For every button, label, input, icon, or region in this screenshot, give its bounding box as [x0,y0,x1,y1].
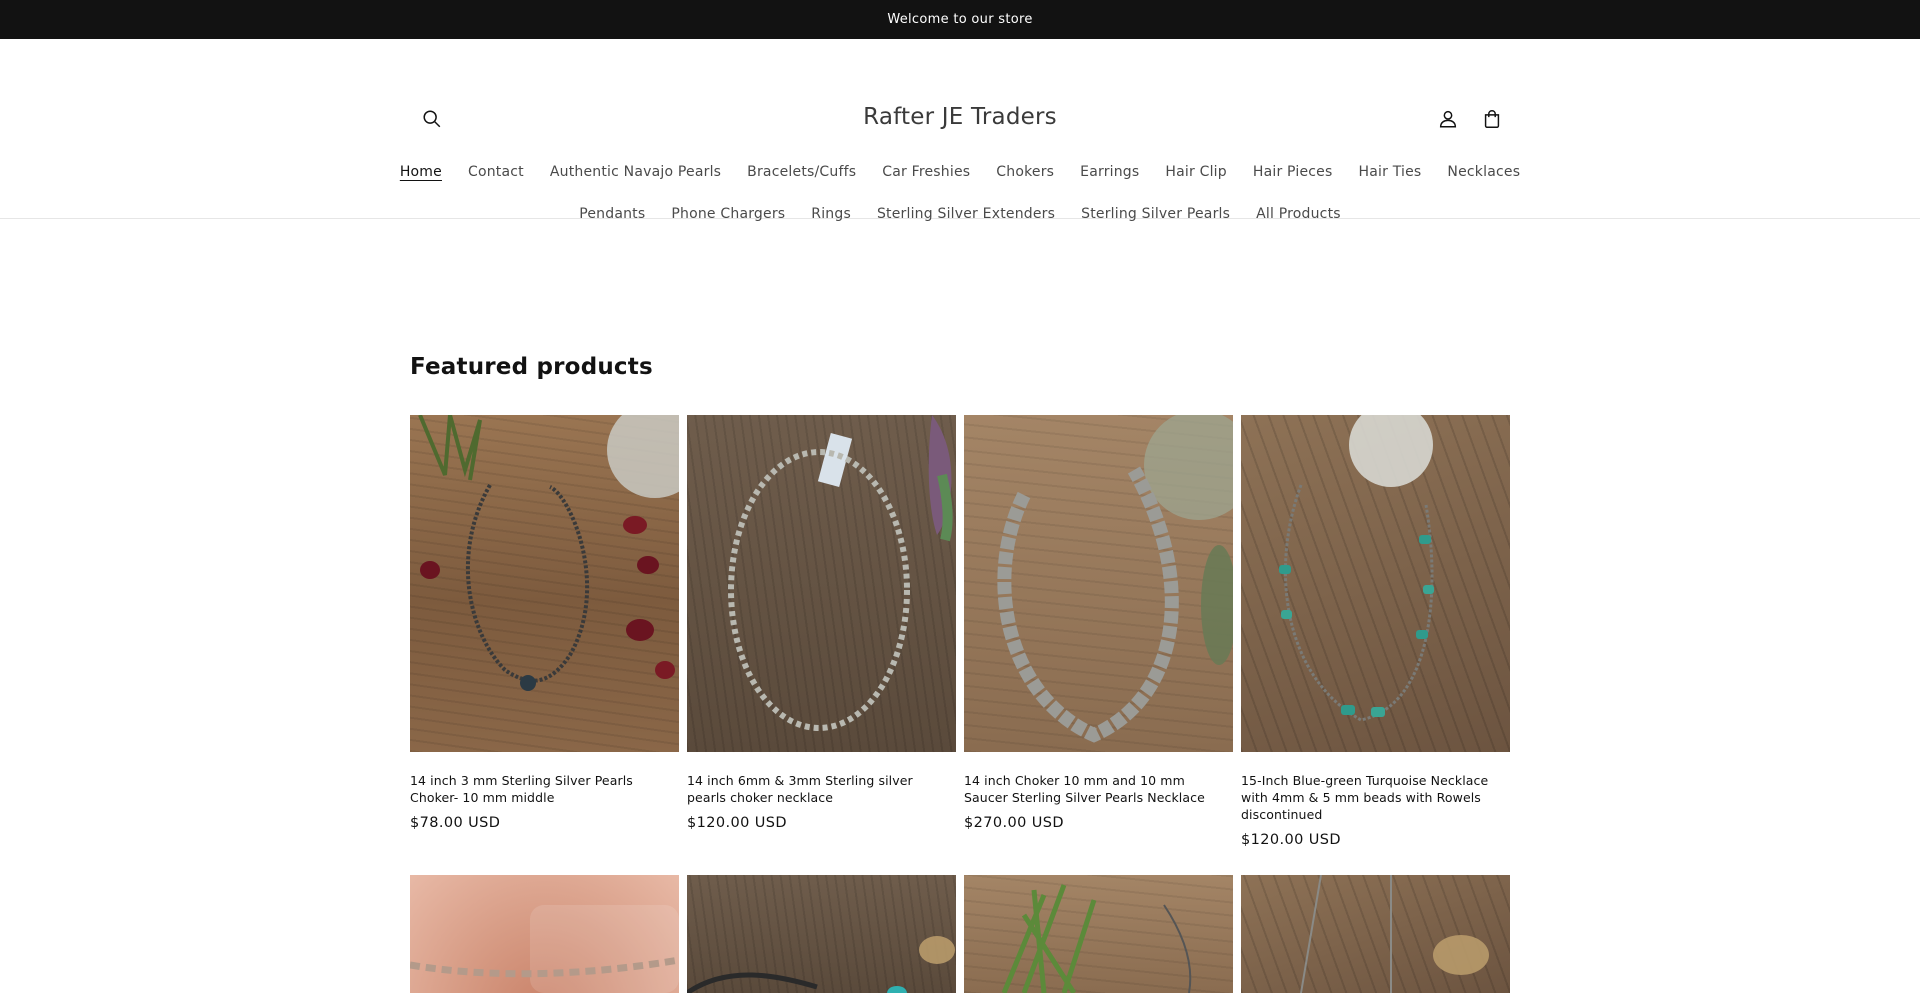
product-image[interactable] [687,415,956,752]
site-logo[interactable]: Rafter JE Traders [0,104,1920,130]
nav-item-hair-pieces[interactable]: Hair Pieces [1242,164,1344,180]
nav-item-earrings[interactable]: Earrings [1069,164,1150,180]
nav-item-sterling-silver-extenders[interactable]: Sterling Silver Extenders [866,206,1066,222]
announcement-bar: Welcome to our store [0,0,1920,39]
product-image[interactable] [1241,875,1510,993]
nav-item-hair-ties[interactable]: Hair Ties [1348,164,1433,180]
product-image[interactable] [964,415,1233,752]
nav-item-sterling-silver-pearls[interactable]: Sterling Silver Pearls [1070,206,1241,222]
necklace-photo [410,905,679,993]
necklace-photo [1300,875,1489,993]
account-button[interactable] [1426,97,1470,141]
announcement-text: Welcome to our store [887,12,1033,27]
header-top: Rafter JE Traders [0,78,1920,162]
product-card[interactable]: 15-Inch Blue-green Turquoise Necklace wi… [1241,415,1510,848]
product-image[interactable] [687,875,956,993]
necklace-photo [418,415,679,691]
nav-item-contact[interactable]: Contact [457,164,535,180]
product-title[interactable]: 14 inch 6mm & 3mm Sterling silver pearls… [687,772,956,806]
cart-icon [1484,110,1500,128]
product-card[interactable]: 14 inch 3 mm Sterling Silver Pearls Chok… [410,415,679,848]
nav-item-all-products[interactable]: All Products [1245,206,1352,222]
nav-item-car-freshies[interactable]: Car Freshies [871,164,981,180]
nav-item-necklaces[interactable]: Necklaces [1436,164,1531,180]
product-card[interactable]: 14 inch Choker 10 mm and 10 mm Saucer St… [964,415,1233,848]
featured-products-grid-row-2 [410,875,1511,993]
necklace-photo [1001,884,1192,993]
nav-item-phone-chargers[interactable]: Phone Chargers [660,206,796,222]
site-header: Rafter JE Traders Home Contact Authentic… [0,39,1920,222]
necklace-photo [728,415,953,731]
product-image[interactable] [1241,415,1510,752]
account-icon [1439,110,1457,128]
nav-item-bracelets-cuffs[interactable]: Bracelets/Cuffs [736,164,867,180]
product-image[interactable] [964,875,1233,993]
nav-item-rings[interactable]: Rings [800,206,862,222]
necklace-photo [997,415,1233,743]
product-title[interactable]: 14 inch Choker 10 mm and 10 mm Saucer St… [964,772,1233,806]
product-title[interactable]: 14 inch 3 mm Sterling Silver Pearls Chok… [410,772,679,806]
featured-products-grid: 14 inch 3 mm Sterling Silver Pearls Chok… [410,415,1511,848]
main-nav-row-1: Home Contact Authentic Navajo Pearls Bra… [0,164,1920,180]
nav-item-chokers[interactable]: Chokers [985,164,1065,180]
product-price: $78.00 USD [410,815,501,831]
necklace-photo [1279,415,1434,722]
necklace-photo [687,936,955,993]
product-price: $120.00 USD [687,815,787,831]
nav-item-authentic-navajo-pearls[interactable]: Authentic Navajo Pearls [539,164,732,180]
product-price: $270.00 USD [964,815,1064,831]
product-title[interactable]: 15-Inch Blue-green Turquoise Necklace wi… [1241,772,1510,823]
cart-button[interactable] [1470,97,1514,141]
nav-item-pendants[interactable]: Pendants [568,206,656,222]
nav-item-home[interactable]: Home [389,164,453,180]
featured-products-title: Featured products [410,354,653,380]
main-nav-row-2: Pendants Phone Chargers Rings Sterling S… [0,206,1920,222]
product-card[interactable]: 14 inch 6mm & 3mm Sterling silver pearls… [687,415,956,848]
product-price: $120.00 USD [1241,832,1341,848]
product-image[interactable] [410,415,679,752]
product-image[interactable] [410,875,679,993]
nav-item-hair-clip[interactable]: Hair Clip [1154,164,1237,180]
